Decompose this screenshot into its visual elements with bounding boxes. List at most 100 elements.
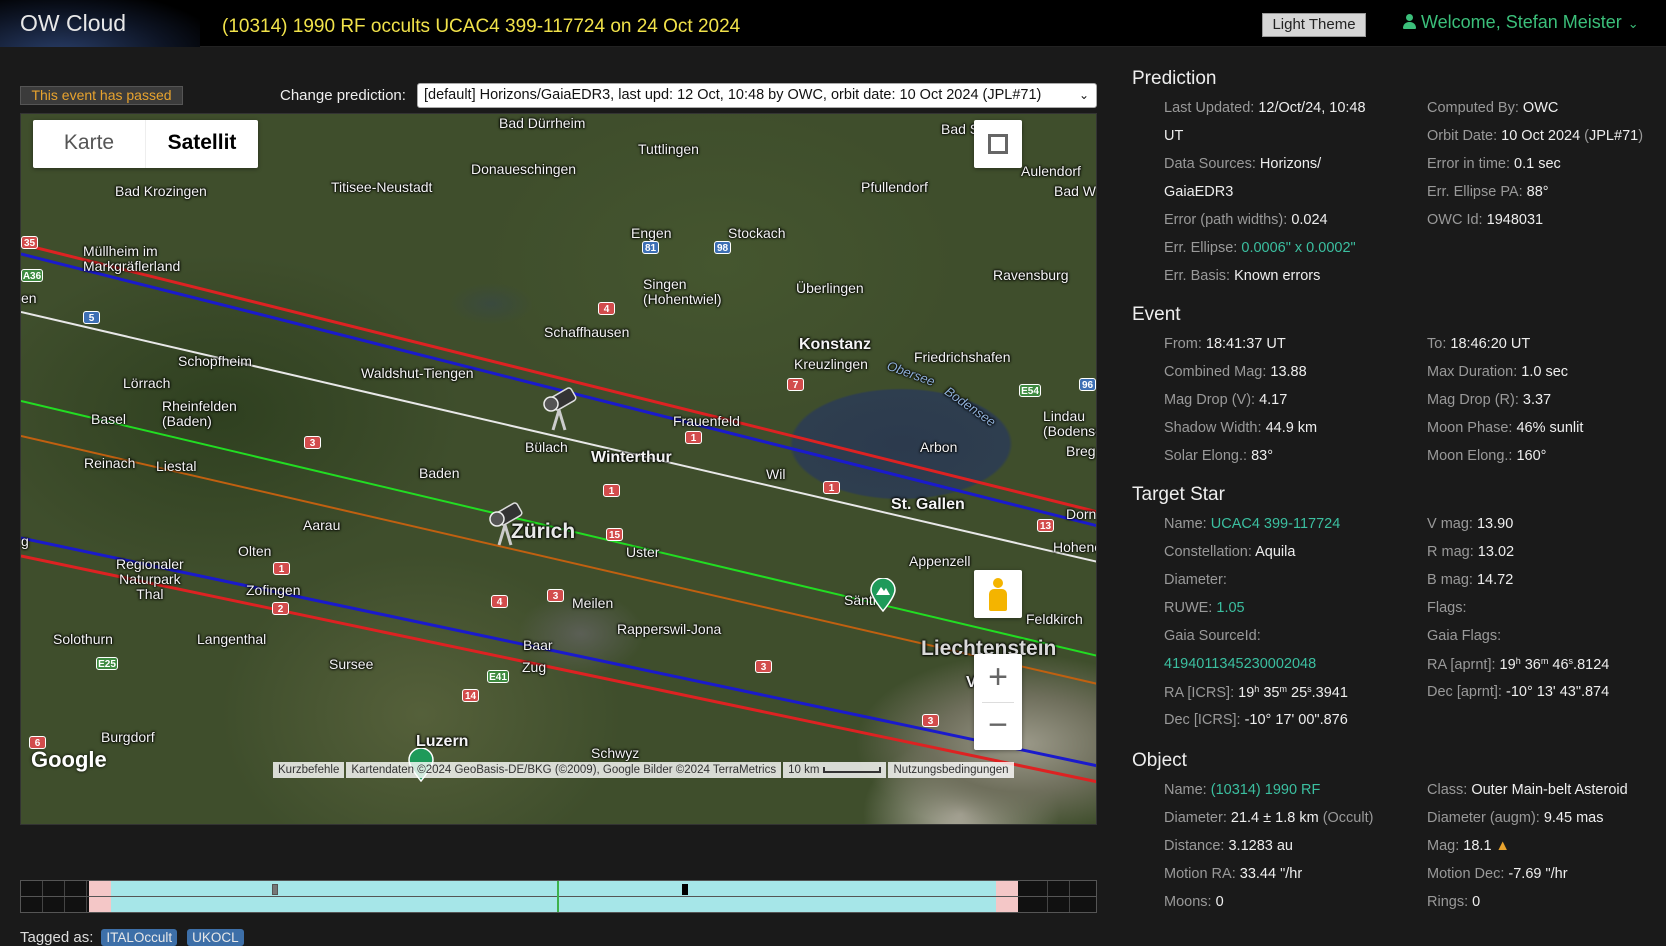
zoom-in-button[interactable]: + <box>974 654 1022 702</box>
logo[interactable]: OW Cloud <box>0 0 200 47</box>
road-shield: 2 <box>272 602 289 615</box>
combined-mag-row: Combined Mag: 13.88 <box>1164 364 1307 380</box>
road-shield: 3 <box>304 436 321 449</box>
timeline-central-time <box>557 881 559 912</box>
road-shield: 14 <box>462 689 479 702</box>
map-label: Baden <box>419 465 460 481</box>
ra-fraction: .3941 <box>1311 685 1348 701</box>
field-value: -10° 13' 43".874 <box>1505 684 1610 700</box>
road-shield: A36 <box>21 269 43 282</box>
ellipse-pa-row: Err. Ellipse PA: 88° <box>1427 184 1549 200</box>
keyboard-shortcuts-link[interactable]: Kurzbefehle <box>273 762 345 778</box>
event-heading: Event <box>1132 304 1181 325</box>
star-name-row: Name: UCAC4 399-117724 <box>1164 516 1340 532</box>
map-type-control: Karte Satellit <box>33 120 258 168</box>
moon-elong-row: Moon Elong.: 160° <box>1427 448 1546 464</box>
field-label: Motion Dec: <box>1427 866 1505 882</box>
field-value: 18:41:37 UT <box>1205 336 1286 352</box>
field-label: Computed By: <box>1427 100 1519 116</box>
field-value: Horizons/ <box>1259 156 1322 172</box>
field-label: Dec [ICRS]: <box>1164 712 1241 728</box>
field-value: 0 <box>1472 894 1481 910</box>
motion-ra-row: Motion RA: 33.44 "/hr <box>1164 866 1302 882</box>
field-value: OWC <box>1522 100 1559 116</box>
timeline-marker[interactable] <box>682 884 688 895</box>
event-timeline[interactable] <box>20 880 1097 913</box>
zoom-out-button[interactable]: − <box>974 702 1022 750</box>
field-label: Moons: <box>1164 894 1212 910</box>
field-value: UT <box>1164 128 1184 144</box>
logo-text[interactable]: OW Cloud <box>20 10 126 37</box>
ra-minutes: 35 <box>1263 685 1280 701</box>
map-label: Basel <box>91 411 127 427</box>
tags-row: Tagged as: ITALOccult UKOCL <box>20 929 244 946</box>
map-label: Schopfheim <box>178 353 252 369</box>
error-time-row: Error in time: 0.1 sec <box>1427 156 1561 172</box>
road-shield: 3 <box>755 660 772 673</box>
telescope-icon[interactable] <box>539 384 579 434</box>
map-label: Bad W <box>1054 183 1097 199</box>
map-label: Frauenfeld <box>673 413 740 429</box>
object-name-row: Name: (10314) 1990 RF <box>1164 782 1320 798</box>
field-label: Error in time: <box>1427 156 1510 172</box>
map-label: Liestal <box>156 458 197 474</box>
map-label: Zofingen <box>246 582 301 598</box>
map-label: Meilen <box>572 595 614 611</box>
prediction-select[interactable]: [default] Horizons/GaiaEDR3, last upd: 1… <box>417 83 1097 108</box>
road-shield: 13 <box>1037 519 1054 532</box>
ruwe-link[interactable]: 1.05 <box>1216 600 1244 616</box>
map-label: Waldshut-Tiengen <box>361 365 474 381</box>
gaia-id-value-row: 4194011345230002048 <box>1164 656 1316 672</box>
map-label: Titisee-Neustadt <box>331 179 433 195</box>
map-label: Rapperswil-Jona <box>617 621 722 637</box>
map-label: Bad Dürrheim <box>499 115 586 131</box>
welcome-text[interactable]: Welcome, Stefan Meister <box>1421 12 1622 32</box>
moon-phase-row: Moon Phase: 46% sunlit <box>1427 420 1583 436</box>
light-theme-button[interactable]: Light Theme <box>1262 13 1366 37</box>
star-name-link[interactable]: UCAC4 399-117724 <box>1211 516 1341 532</box>
field-label: Gaia SourceId: <box>1164 628 1261 644</box>
timeline-marker[interactable] <box>272 884 278 895</box>
map-label: Tuttlingen <box>638 141 699 157</box>
map-label: Olten <box>238 543 272 559</box>
map-label: Luzern <box>416 733 469 750</box>
prediction-heading: Prediction <box>1132 68 1217 89</box>
street-view-pegman-icon[interactable] <box>974 570 1022 618</box>
fullscreen-icon[interactable] <box>974 120 1022 168</box>
chevron-down-icon[interactable]: ⌄ <box>1628 16 1639 32</box>
telescope-icon[interactable] <box>485 499 525 549</box>
solar-elong-row: Solar Elong.: 83° <box>1164 448 1273 464</box>
object-name-link[interactable]: (10314) 1990 RF <box>1211 782 1321 798</box>
scale-indicator[interactable]: 10 km <box>783 762 887 778</box>
map-label: Schaffhausen <box>544 324 630 340</box>
tag-badge[interactable]: UKOCL <box>187 929 244 946</box>
field-value: 12/Oct/24, 10:48 <box>1258 100 1366 116</box>
tag-badge[interactable]: ITALOccult <box>101 929 178 946</box>
map-type-karte-button[interactable]: Karte <box>33 120 145 168</box>
user-menu[interactable]: Welcome, Stefan Meister ⌄ <box>1403 12 1639 33</box>
map-label: Langenthal <box>197 631 267 647</box>
road-shield: 7 <box>787 378 804 391</box>
err-ellipse-link[interactable]: 0.0006" x 0.0002" <box>1241 240 1355 256</box>
orbit-date-row: Orbit Date: 10 Oct 2024 (JPL#71) <box>1427 128 1643 144</box>
warning-icon[interactable]: ▲ <box>1496 838 1510 854</box>
field-label: Max Duration: <box>1427 364 1518 380</box>
ra-icrs-row: RA [ICRS]: 19h 35m 25s.3941 <box>1164 684 1348 701</box>
map-label: Rheinfelden (Baden) <box>162 398 237 429</box>
terms-link[interactable]: Nutzungsbedingungen <box>888 762 1014 778</box>
constellation-row: Constellation: Aquila <box>1164 544 1295 560</box>
field-value: 13.88 <box>1270 364 1307 380</box>
field-value: 13.02 <box>1477 544 1515 560</box>
map[interactable]: Bad Dürrheim Bad Saulgau Tuttlingen Dona… <box>20 113 1097 825</box>
gaia-id-link[interactable]: 4194011345230002048 <box>1164 656 1316 672</box>
ra-hours: 19 <box>1499 657 1516 673</box>
mountain-marker-icon[interactable] <box>869 578 897 612</box>
field-value: 0 <box>1215 894 1224 910</box>
map-label: Friedrichshafen <box>914 349 1011 365</box>
map-label: Kreuzlingen <box>794 356 868 372</box>
rmag-row: R mag: 13.02 <box>1427 544 1514 560</box>
field-label: Mag Drop (R): <box>1427 392 1519 408</box>
map-type-satellit-button[interactable]: Satellit <box>145 120 258 168</box>
field-label: Rings: <box>1427 894 1469 910</box>
mag-drop-r-row: Mag Drop (R): 3.37 <box>1427 392 1551 408</box>
